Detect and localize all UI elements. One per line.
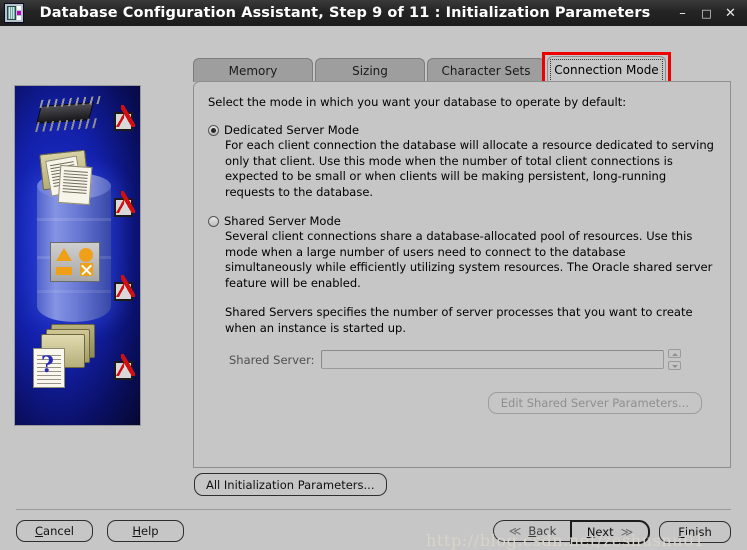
shared-server-field-row: Shared Server: [229,349,716,370]
edit-shared-server-parameters-button[interactable]: Edit Shared Server Parameters... [487,392,702,414]
tab-memory[interactable]: Memory [193,58,313,82]
question-document-icon: ? [33,348,65,388]
shared-server-label: Shared Server: [229,352,315,367]
tab-label: Sizing [352,63,388,78]
spinner-down-icon[interactable] [668,361,681,370]
minimize-icon[interactable]: – [676,7,689,20]
shared-server-description: Several client connections share a datab… [225,229,713,290]
cancel-button-label-rest: ancel [43,524,74,538]
triangle-shape-icon [56,248,72,261]
radio-button-icon[interactable] [208,216,219,227]
footer-navigation: ≪ Back Next ≫ Finish [493,520,731,544]
database-app-icon [4,3,24,23]
radio-label: Shared Server Mode [224,214,341,228]
connection-mode-panel: Select the mode in which you want your d… [193,81,731,468]
help-button[interactable]: Help [107,520,184,542]
step-complete-check-icon [114,354,135,380]
shared-server-spinner[interactable] [668,349,681,370]
crossed-box-shape-icon [80,263,93,276]
all-initialization-parameters-button[interactable]: All Initialization Parameters... [194,473,387,496]
rectangle-shape-icon [56,267,72,275]
character-set-shapes-icon [50,242,100,282]
back-button[interactable]: ≪ Back [493,520,571,542]
shared-servers-note: Shared Servers specifies the number of s… [225,305,693,335]
window-body: ? Memory Sizing Character Sets Connectio… [0,26,747,550]
cancel-button[interactable]: Cancel [16,520,93,542]
back-button-label: Back [528,524,557,538]
tab-bar: Memory Sizing Character Sets Connection … [193,52,731,86]
radio-button-icon[interactable] [208,125,219,136]
tab-sizing[interactable]: Sizing [315,58,425,82]
circle-shape-icon [79,248,93,262]
footer-divider [16,509,731,510]
tab-label: Memory [228,63,278,78]
chevron-left-icon: ≪ [508,524,522,538]
wizard-illustration: ? [14,85,141,426]
radio-label: Dedicated Server Mode [224,123,360,137]
radio-dedicated-server-mode[interactable]: Dedicated Server Mode [208,123,716,137]
step-complete-check-icon [114,275,135,301]
maximize-icon[interactable]: □ [700,7,713,20]
window-title: Database Configuration Assistant, Step 9… [39,5,651,21]
window-controls: – □ ✕ [676,7,737,20]
window-titlebar: Database Configuration Assistant, Step 9… [0,0,747,27]
help-button-label-rest: elp [141,524,159,538]
back-next-pair: ≪ Back Next ≫ [493,520,650,544]
next-button[interactable]: Next ≫ [570,520,650,544]
spinner-up-icon[interactable] [668,349,681,358]
document-page-icon [57,164,93,206]
step-complete-check-icon [114,191,135,217]
step-complete-check-icon [114,105,135,131]
shared-server-input[interactable] [321,350,664,369]
finish-button[interactable]: Finish [659,521,731,543]
footer-left-buttons: Cancel Help [16,520,184,542]
dedicated-server-description: For each client connection the database … [225,138,714,199]
radio-shared-server-mode[interactable]: Shared Server Mode [208,214,716,228]
panel-instruction: Select the mode in which you want your d… [208,95,627,109]
close-icon[interactable]: ✕ [724,7,737,20]
tab-character-sets[interactable]: Character Sets [427,58,545,82]
tab-label: Character Sets [441,63,531,78]
